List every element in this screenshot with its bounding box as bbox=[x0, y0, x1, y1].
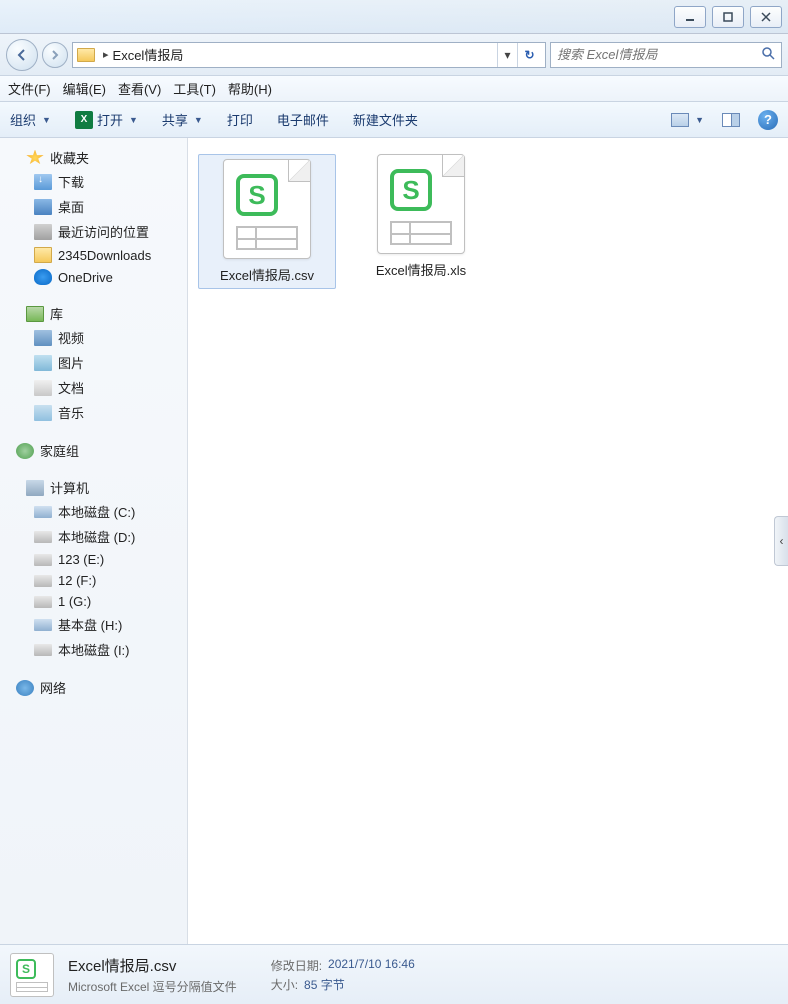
sidebar-documents[interactable]: 文档 bbox=[0, 375, 187, 400]
menu-bar: 文件(F) 编辑(E) 查看(V) 工具(T) 帮助(H) bbox=[0, 76, 788, 102]
drive-icon bbox=[34, 531, 52, 543]
network-icon bbox=[16, 680, 34, 696]
drive-icon bbox=[34, 575, 52, 587]
title-bar bbox=[0, 0, 788, 34]
chevron-down-icon: ▼ bbox=[42, 115, 51, 125]
size-value: 85 字节 bbox=[304, 976, 345, 993]
homegroup-icon bbox=[16, 443, 34, 459]
recent-icon bbox=[34, 224, 52, 240]
chevron-down-icon: ▼ bbox=[194, 115, 203, 125]
chevron-down-icon: ▼ bbox=[695, 115, 704, 125]
library-icon bbox=[26, 306, 44, 322]
maximize-button[interactable] bbox=[712, 6, 744, 28]
current-location: Excel情报局 bbox=[113, 45, 184, 64]
drive-icon bbox=[34, 619, 52, 631]
sidebar-libraries[interactable]: 库 bbox=[0, 302, 187, 325]
file-name: Excel情报局.xls bbox=[356, 260, 486, 279]
sidebar-drive-g[interactable]: 1 (G:) bbox=[0, 591, 187, 612]
sidebar-downloads[interactable]: 下载 bbox=[0, 169, 187, 194]
print-button[interactable]: 打印 bbox=[227, 110, 253, 129]
view-icon bbox=[671, 113, 689, 127]
spreadsheet-icon: S bbox=[223, 159, 311, 259]
computer-icon bbox=[26, 480, 44, 496]
sidebar-drive-d[interactable]: 本地磁盘 (D:) bbox=[0, 524, 187, 549]
newfolder-button[interactable]: 新建文件夹 bbox=[353, 110, 418, 129]
sidebar-computer[interactable]: 计算机 bbox=[0, 476, 187, 499]
picture-icon bbox=[34, 355, 52, 371]
drive-icon bbox=[34, 644, 52, 656]
toolbar: 组织▼ X打开▼ 共享▼ 打印 电子邮件 新建文件夹 ▼ ? bbox=[0, 102, 788, 138]
sidebar-onedrive[interactable]: OneDrive bbox=[0, 266, 187, 288]
address-bar: ▸ Excel情报局 ▾ ↻ bbox=[0, 34, 788, 76]
email-button[interactable]: 电子邮件 bbox=[277, 110, 329, 129]
search-icon bbox=[761, 46, 775, 63]
breadcrumb-arrow-icon: ▸ bbox=[103, 48, 109, 61]
sidebar-drive-i[interactable]: 本地磁盘 (I:) bbox=[0, 637, 187, 662]
view-button[interactable]: ▼ bbox=[671, 113, 704, 127]
modified-value: 2021/7/10 16:46 bbox=[328, 957, 415, 974]
side-panel-handle[interactable]: ‹ bbox=[774, 516, 788, 566]
drive-icon bbox=[34, 596, 52, 608]
sidebar-favorites[interactable]: 收藏夹 bbox=[0, 146, 187, 169]
excel-icon: X bbox=[75, 111, 93, 129]
main-area: 收藏夹 下载 桌面 最近访问的位置 2345Downloads OneDrive… bbox=[0, 138, 788, 944]
file-area[interactable]: S Excel情报局.csv S Excel情报局.xls ‹ bbox=[188, 138, 788, 944]
sidebar: 收藏夹 下载 桌面 最近访问的位置 2345Downloads OneDrive… bbox=[0, 138, 188, 944]
sidebar-pictures[interactable]: 图片 bbox=[0, 350, 187, 375]
organize-button[interactable]: 组织▼ bbox=[10, 110, 51, 129]
modified-label: 修改日期: bbox=[271, 957, 322, 974]
file-name: Excel情报局.csv bbox=[203, 265, 331, 284]
sidebar-music[interactable]: 音乐 bbox=[0, 400, 187, 425]
chevron-down-icon: ▼ bbox=[129, 115, 138, 125]
address-box[interactable]: ▸ Excel情报局 ▾ ↻ bbox=[72, 42, 546, 68]
menu-file[interactable]: 文件(F) bbox=[8, 79, 51, 98]
sidebar-drive-h[interactable]: 基本盘 (H:) bbox=[0, 612, 187, 637]
size-label: 大小: bbox=[271, 976, 298, 993]
sidebar-2345downloads[interactable]: 2345Downloads bbox=[0, 244, 187, 266]
star-icon bbox=[26, 150, 44, 166]
menu-tools[interactable]: 工具(T) bbox=[173, 79, 216, 98]
document-icon bbox=[34, 380, 52, 396]
folder-icon bbox=[77, 48, 95, 62]
music-icon bbox=[34, 405, 52, 421]
sidebar-network[interactable]: 网络 bbox=[0, 676, 187, 699]
spreadsheet-icon: S bbox=[377, 154, 465, 254]
spreadsheet-icon: S bbox=[10, 953, 54, 997]
sidebar-drive-c[interactable]: 本地磁盘 (C:) bbox=[0, 499, 187, 524]
sidebar-recent[interactable]: 最近访问的位置 bbox=[0, 219, 187, 244]
sidebar-drive-e[interactable]: 123 (E:) bbox=[0, 549, 187, 570]
close-button[interactable] bbox=[750, 6, 782, 28]
refresh-button[interactable]: ↻ bbox=[517, 43, 541, 67]
sidebar-drive-f[interactable]: 12 (F:) bbox=[0, 570, 187, 591]
download-icon bbox=[34, 174, 52, 190]
file-item-csv[interactable]: S Excel情报局.csv bbox=[198, 154, 336, 289]
file-item-xls[interactable]: S Excel情报局.xls bbox=[356, 154, 486, 279]
details-pane: S Excel情报局.csv Microsoft Excel 逗号分隔值文件 修… bbox=[0, 944, 788, 1004]
menu-help[interactable]: 帮助(H) bbox=[228, 79, 272, 98]
drive-icon bbox=[34, 554, 52, 566]
video-icon bbox=[34, 330, 52, 346]
address-dropdown[interactable]: ▾ bbox=[497, 43, 517, 67]
share-button[interactable]: 共享▼ bbox=[162, 110, 203, 129]
sidebar-desktop[interactable]: 桌面 bbox=[0, 194, 187, 219]
help-button[interactable]: ? bbox=[758, 110, 778, 130]
open-button[interactable]: X打开▼ bbox=[75, 110, 138, 129]
details-filetype: Microsoft Excel 逗号分隔值文件 bbox=[68, 978, 237, 995]
sidebar-video[interactable]: 视频 bbox=[0, 325, 187, 350]
drive-icon bbox=[34, 506, 52, 518]
minimize-button[interactable] bbox=[674, 6, 706, 28]
sidebar-homegroup[interactable]: 家庭组 bbox=[0, 439, 187, 462]
menu-edit[interactable]: 编辑(E) bbox=[63, 79, 106, 98]
panel-button[interactable] bbox=[722, 113, 740, 127]
menu-view[interactable]: 查看(V) bbox=[118, 79, 161, 98]
desktop-icon bbox=[34, 199, 52, 215]
details-filename: Excel情报局.csv bbox=[68, 955, 237, 976]
folder-icon bbox=[34, 247, 52, 263]
search-box[interactable] bbox=[550, 42, 782, 68]
forward-button[interactable] bbox=[42, 42, 68, 68]
onedrive-icon bbox=[34, 269, 52, 285]
back-button[interactable] bbox=[6, 39, 38, 71]
search-input[interactable] bbox=[557, 47, 761, 62]
